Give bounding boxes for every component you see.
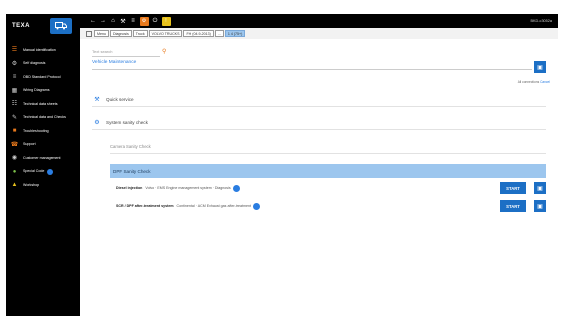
cancel-link[interactable]: Cancel — [540, 80, 550, 84]
back-arrow-icon[interactable]: ← — [88, 18, 98, 24]
vehicle-type-button[interactable] — [50, 18, 72, 34]
sidebar-item-technical-data-sheets[interactable]: ☷ Technical data sheets — [6, 98, 80, 112]
breadcrumb-item[interactable]: Menu — [94, 30, 109, 37]
sidebar: TEXA ☰ Manual identification ⚙ Self diag… — [6, 14, 80, 316]
document-icon: ▣ — [537, 64, 543, 71]
document-icon: ▣ — [537, 185, 543, 192]
device-serial: BKD-c3052a — [530, 19, 552, 23]
forward-arrow-icon[interactable]: → — [98, 18, 108, 24]
section-label: DPF Sanity Check — [113, 168, 151, 174]
search-icon[interactable]: ⚲ — [162, 48, 166, 55]
sidebar-item-label: Technical data sheets — [23, 101, 58, 106]
sidebar-item-technical-checks[interactable]: ✎ Technical data and Checks — [6, 112, 80, 126]
sidebar-item-label: Troubleshooting — [23, 128, 49, 133]
obd-icon: ≡ — [12, 74, 17, 81]
list-item-camera-sanity-check[interactable]: Camera Sanity Check — [110, 140, 546, 154]
sidebar-item-label: Self diagnosis — [23, 61, 46, 66]
warning-icon[interactable]: ! — [161, 16, 171, 26]
sidebar-item-label: Customer management — [23, 155, 61, 160]
list-item-label: Quick service — [106, 97, 134, 102]
sidebar-item-label: Special Code — [23, 169, 45, 174]
search-input[interactable]: Text search — [92, 49, 160, 57]
home-icon[interactable]: ⌂ — [108, 18, 118, 24]
special-code-icon: ● — [12, 168, 17, 175]
item-name: SCR / DPF after-treatment system — [116, 204, 174, 208]
texa-logo: TEXA — [12, 23, 31, 29]
table-row: SCR / DPF after-treatment system Contine… — [116, 199, 512, 213]
item-name: Diesel injection — [116, 186, 143, 190]
sidebar-item-label: OBD Standard Protocol — [23, 74, 61, 79]
sidebar-item-obd[interactable]: ≡ OBD Standard Protocol — [6, 71, 80, 85]
self-diagnosis-icon: ⚙ — [11, 60, 18, 67]
sidebar-item-label: Manual identification — [23, 47, 56, 52]
info-icon[interactable] — [232, 184, 240, 192]
breadcrumb-item-current[interactable]: 1 4 (75+) — [224, 30, 246, 37]
sidebar-item-troubleshooting[interactable]: ■ Troubleshooting — [6, 125, 80, 139]
sidebar-item-support[interactable]: ☎ Support — [6, 139, 80, 153]
item-detail: Volvo · EMS Engine management system · D… — [145, 186, 231, 190]
sidebar-item-label: Wiring Diagrams — [23, 88, 50, 93]
sidebar-item-label: Support — [23, 142, 36, 147]
breadcrumb-item[interactable]: VOLVO TRUCKS — [148, 30, 183, 37]
workshop-icon: ▲ — [11, 182, 18, 189]
sidebar-item-customer-management[interactable]: ◉ Customer management — [6, 152, 80, 166]
app-window: TEXA ☰ Manual identification ⚙ Self diag… — [6, 14, 558, 316]
start-button[interactable]: START — [500, 182, 526, 194]
page-title: Vehicle Maintenance — [92, 60, 532, 70]
troubleshooting-icon: ■ — [12, 128, 17, 135]
sidebar-item-label: Technical data and Checks — [23, 115, 66, 120]
document-button[interactable]: ▣ — [534, 182, 546, 194]
truck-icon — [55, 22, 67, 30]
breadcrumb: Menu Diagnosis Truck VOLVO TRUCKS FH (04… — [80, 28, 558, 39]
tech-checks-icon: ✎ — [11, 114, 18, 121]
list-item-quick-service[interactable]: ⚒ Quick service — [92, 93, 546, 107]
document-icon: ▣ — [537, 203, 543, 210]
sidebar-item-workshop[interactable]: ▲ Workshop — [6, 179, 80, 193]
gear-check-icon: ⚙ — [94, 120, 100, 126]
special-code-badge-icon — [47, 169, 54, 176]
top-toolbar: ← → ⌂ ⚒ ≡ ⚙ ⏻ ! BKD-c3052a — [80, 14, 558, 28]
wiring-diagram-icon: ▦ — [11, 87, 18, 94]
list-icon[interactable]: ≡ — [128, 18, 138, 24]
section-dpf-sanity-check[interactable]: DPF Sanity Check — [110, 164, 546, 178]
connections-note-text: All connections — [517, 80, 540, 84]
item-detail: Continental · ACM Exhaust gas after-trea… — [176, 204, 252, 208]
breadcrumb-item[interactable]: Truck — [132, 30, 148, 37]
sidebar-item-label: Workshop — [23, 182, 40, 187]
list-item-label: System sanity check — [106, 120, 148, 125]
info-icon[interactable] — [253, 202, 261, 210]
manual-id-icon: ☰ — [11, 47, 18, 54]
sidebar-item-self-diagnosis[interactable]: ⚙ Self diagnosis — [6, 58, 80, 72]
customer-icon: ◉ — [11, 155, 18, 162]
list-item-label: Camera Sanity Check — [110, 144, 151, 149]
sidebar-item-special-code[interactable]: ● Special Code — [6, 166, 80, 180]
start-button[interactable]: START — [500, 200, 526, 212]
wrench-tool-icon[interactable]: ⚒ — [118, 18, 128, 25]
settings-gear-icon[interactable]: ⚙ — [139, 16, 149, 26]
support-icon: ☎ — [10, 141, 19, 148]
breadcrumb-item[interactable]: ... — [214, 30, 224, 37]
power-icon[interactable]: ⏻ — [150, 18, 160, 25]
document-button[interactable]: ▣ — [534, 200, 546, 212]
brand-bar: TEXA — [6, 14, 80, 38]
breadcrumb-item[interactable]: FH (04.9-2013) — [183, 30, 214, 37]
data-sheets-icon: ☷ — [11, 101, 18, 108]
page-action-button[interactable]: ▣ — [534, 61, 546, 73]
table-row: Diesel injection Volvo · EMS Engine mana… — [116, 181, 512, 195]
list-item-system-sanity-check[interactable]: ⚙ System sanity check — [92, 116, 546, 130]
breadcrumb-home-icon[interactable] — [86, 30, 92, 37]
connections-note: All connections Cancel — [518, 80, 550, 84]
sidebar-nav: ☰ Manual identification ⚙ Self diagnosis… — [6, 44, 80, 193]
breadcrumb-item[interactable]: Diagnosis — [110, 30, 132, 37]
main-content: Text search ⚲ Vehicle Maintenance ▣ All … — [80, 39, 558, 316]
sidebar-item-manual-identification[interactable]: ☰ Manual identification — [6, 44, 80, 58]
wrench-icon: ⚒ — [94, 97, 100, 103]
sidebar-item-wiring-diagrams[interactable]: ▦ Wiring Diagrams — [6, 85, 80, 99]
